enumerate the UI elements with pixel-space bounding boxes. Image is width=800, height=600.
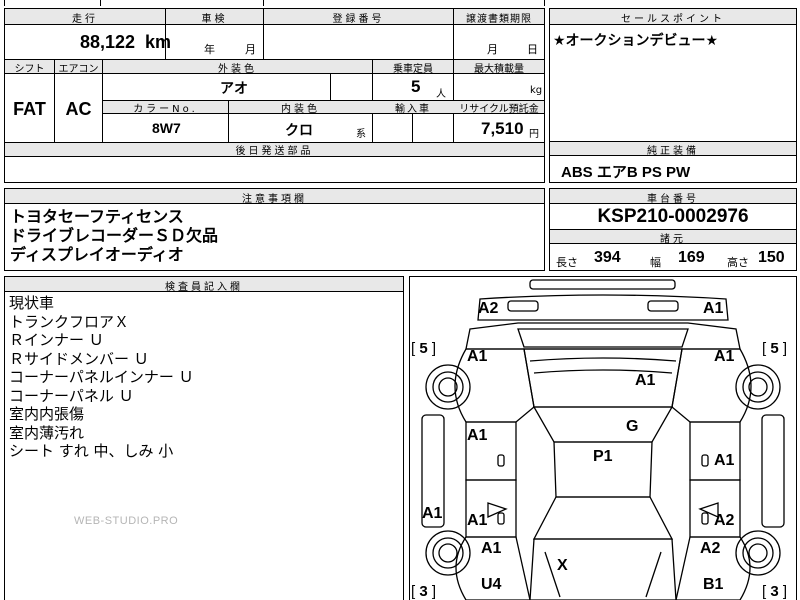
- sales-point-label: セールスポイント: [621, 14, 725, 25]
- inspector-line: Ｒサイドメンバー Ｕ: [9, 349, 149, 368]
- inspector-line: 室内内張傷: [9, 405, 85, 423]
- recycle-label: リサイクル預託金: [459, 104, 539, 115]
- header-top-strip: [4, 0, 545, 6]
- registration-label: 登録番号: [332, 14, 385, 25]
- mark-right-quarter: A1: [714, 348, 735, 365]
- notes-label: 注意事項欄: [242, 194, 307, 205]
- shift-label: シフト: [14, 64, 45, 75]
- exterior-color-label: 外装色: [218, 64, 257, 75]
- mark-left-rear-door: A1: [467, 427, 488, 444]
- color-no-value: 8W7: [152, 120, 181, 136]
- mark-left-fender: A1: [481, 540, 502, 557]
- inspector-line: コーナーパネル Ｕ: [9, 386, 134, 405]
- capacity-unit: 人: [436, 89, 446, 100]
- inspector-line: 現状車: [9, 294, 55, 312]
- inspector-label: 検査員記入欄: [165, 282, 243, 293]
- height-label: 高さ: [727, 256, 749, 269]
- mark-rear-left-corner: A2: [478, 300, 499, 317]
- transfer-day: 日: [527, 43, 538, 56]
- max-load-unit: kg: [530, 85, 543, 96]
- mark-left-sill: A1: [422, 505, 443, 522]
- import-label: 輸入車: [395, 104, 431, 115]
- transfer-label: 譲渡書類期限: [466, 14, 532, 25]
- tire-front-left: [ 3 ]: [411, 583, 437, 600]
- chassis-value: KSP210-0002976: [597, 206, 749, 227]
- exterior-color-value: アオ: [220, 81, 248, 97]
- later-parts-label: 後日発送部品: [235, 146, 314, 157]
- mark-left-front-door: A1: [467, 512, 488, 529]
- inspector-line: シート すれ 中、しみ 小: [9, 442, 174, 460]
- mileage-label: 走行: [72, 14, 98, 25]
- tire-front-right: [ 3 ]: [762, 583, 788, 600]
- mark-left-quarter: A1: [467, 348, 488, 365]
- length-value: 394: [594, 249, 621, 266]
- recycle-value: 7,510: [481, 119, 524, 138]
- equipment-label: 純正装備: [647, 146, 699, 157]
- mark-rear-right-corner: A1: [703, 300, 724, 317]
- inspection-label: 車検: [201, 14, 228, 25]
- mark-roof: P1: [593, 448, 613, 465]
- ac-label: エアコン: [58, 64, 99, 75]
- chassis-label: 車台番号: [647, 194, 699, 205]
- shift-value: FAT: [13, 99, 46, 119]
- capacity-value: 5: [411, 77, 421, 96]
- interior-color-label: 内装色: [281, 104, 320, 115]
- tire-rear-right: [ 5 ]: [762, 340, 788, 357]
- mileage-unit: km: [145, 32, 172, 52]
- width-label: 幅: [650, 256, 661, 269]
- mark-left-front-corner: U4: [481, 576, 502, 593]
- width-value: 169: [678, 249, 705, 266]
- mileage-value: 88,122: [80, 32, 136, 52]
- dims-label: 諸元: [660, 234, 686, 245]
- later-parts-field: [4, 156, 545, 183]
- inspector-line: トランクフロアＸ: [9, 312, 130, 331]
- length-label: 長さ: [556, 256, 578, 269]
- equipment-value: ABS エアB PS PW: [561, 164, 691, 181]
- mark-right-rear-door: A1: [714, 452, 735, 469]
- sales-point-box: [549, 8, 797, 142]
- mark-right-fender: A2: [700, 540, 721, 557]
- inspector-line: 室内薄汚れ: [9, 423, 85, 442]
- mark-right-front-door: A2: [714, 512, 735, 529]
- watermark: WEB-STUDIO.PRO: [74, 515, 179, 527]
- capacity-label: 乗車定員: [393, 64, 433, 75]
- mark-hood: X: [557, 557, 568, 574]
- transfer-month: 月: [487, 43, 498, 56]
- notes-line-2: ドライブレコーダーＳＤ欠品: [10, 226, 219, 245]
- notes-line-1: トヨタセーフティセンス: [10, 207, 184, 226]
- inspection-year: 年: [204, 43, 215, 56]
- color-no-label: カラーNo.: [133, 104, 198, 115]
- mark-trunk-lid: A1: [635, 372, 656, 389]
- interior-suffix: 系: [356, 129, 366, 140]
- recycle-unit: 円: [529, 129, 539, 140]
- inspector-notes: 現状車 トランクフロアＸ Ｒインナー Ｕ Ｒサイドメンバー Ｕ コーナーパネルイ…: [9, 294, 194, 461]
- max-load-label: 最大積載量: [474, 64, 524, 75]
- mark-roof-rear: G: [626, 418, 639, 435]
- inspection-month: 月: [245, 43, 256, 56]
- height-value: 150: [758, 249, 785, 266]
- sales-point-text: ★オークションデビュー★: [553, 33, 719, 49]
- inspector-line: Ｒインナー Ｕ: [9, 331, 104, 349]
- tire-rear-left: [ 5 ]: [411, 340, 437, 357]
- mark-right-front-corner: B1: [703, 576, 724, 593]
- inspector-line: コーナーパネルインナー Ｕ: [9, 368, 194, 386]
- interior-color-value: クロ: [285, 123, 313, 139]
- ac-value: AC: [65, 99, 92, 119]
- notes-line-3: ディスプレイオーディオ: [10, 245, 184, 264]
